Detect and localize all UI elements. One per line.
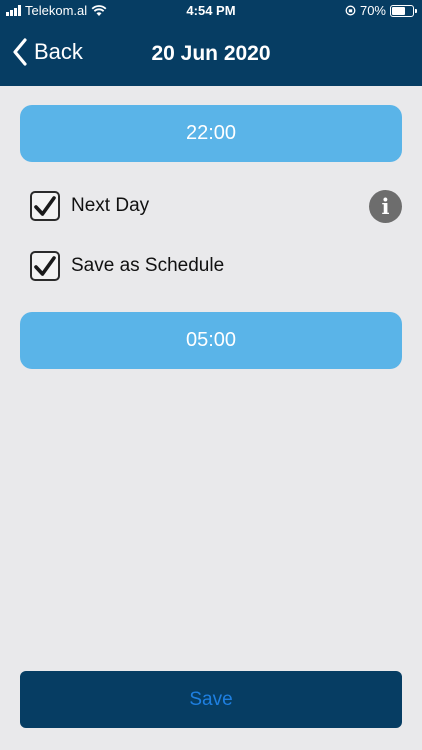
checkmark-icon (34, 196, 56, 216)
battery-level-fill (392, 6, 405, 15)
status-bar: Telekom.al 4:54 PM 70% (0, 0, 422, 22)
save-as-schedule-option[interactable]: Save as Schedule (30, 251, 224, 281)
battery-percent: 70% (359, 3, 386, 18)
page-title: 20 Jun 2020 (151, 42, 271, 65)
start-time-button[interactable]: 22:00 (20, 105, 402, 162)
next-day-checkbox[interactable] (30, 191, 60, 221)
end-time-button[interactable]: 05:00 (20, 312, 402, 369)
orientation-lock-icon (345, 5, 356, 16)
battery-icon (390, 4, 417, 17)
navigation-bar: Telekom.al 4:54 PM 70% Back 20 Jun 2020 (0, 0, 422, 86)
save-as-schedule-label: Save as Schedule (71, 255, 225, 276)
checkmark-icon (34, 256, 56, 276)
info-icon[interactable]: i (369, 190, 402, 223)
next-day-option[interactable]: Next Day (30, 191, 149, 221)
status-right: 70% (345, 3, 417, 18)
next-day-label: Next Day (71, 195, 150, 216)
save-button[interactable]: Save (20, 671, 402, 728)
save-as-schedule-checkbox[interactable] (30, 251, 60, 281)
